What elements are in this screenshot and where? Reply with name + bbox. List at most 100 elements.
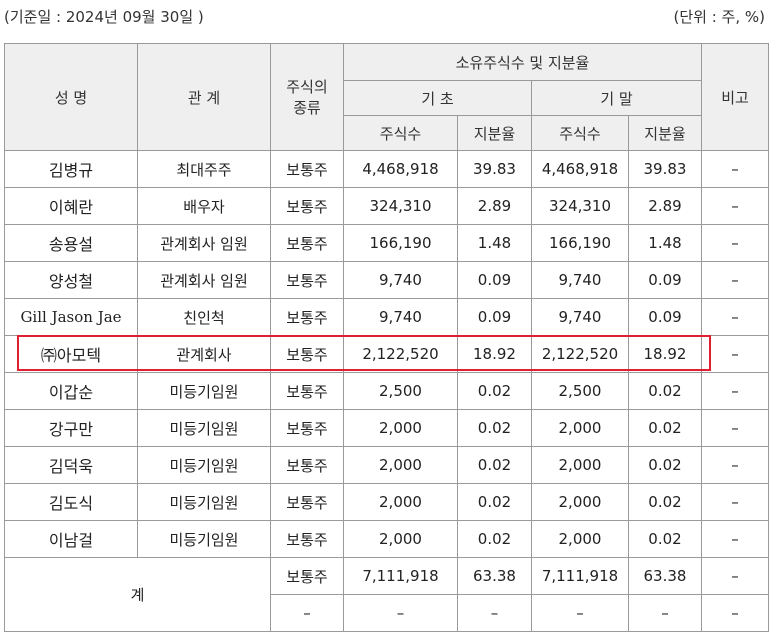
cell-begin-ratio: 0.02	[457, 520, 532, 558]
cell-name: 강구만	[4, 409, 138, 447]
cell-note: –	[701, 446, 769, 484]
cell-relation: 미등기임원	[137, 372, 271, 410]
table-row: 김병규 최대주주 보통주 4,468,918 39.83 4,468,918 3…	[4, 150, 769, 188]
table-row-highlighted: ㈜아모텍 관계회사 보통주 2,122,520 18.92 2,122,520 …	[4, 335, 769, 373]
cell-relation: 관계회사 임원	[137, 261, 271, 299]
cell-name: ㈜아모텍	[4, 335, 138, 373]
cell-end-shares: 2,122,520	[531, 335, 629, 373]
cell-end-ratio: 18.92	[628, 335, 702, 373]
cell-type: 보통주	[270, 335, 344, 373]
cell-end-shares: 2,000	[531, 520, 629, 558]
cell-begin-shares: 2,000	[343, 520, 458, 558]
cell-begin-ratio: 0.02	[457, 372, 532, 410]
cell-name: 김덕욱	[4, 446, 138, 484]
table-row: 이혜란 배우자 보통주 324,310 2.89 324,310 2.89 –	[4, 187, 769, 225]
cell-end-ratio: –	[628, 594, 702, 632]
cell-type: 보통주	[270, 261, 344, 299]
cell-relation: 최대주주	[137, 150, 271, 188]
cell-name: 이혜란	[4, 187, 138, 225]
cell-type: 보통주	[270, 298, 344, 336]
cell-begin-ratio: 63.38	[457, 557, 532, 595]
header-name: 성 명	[4, 43, 138, 151]
shareholder-table: 성 명 관 계 주식의 종류 소유주식수 및 지분율 비고 기 초 기 말 주식…	[4, 43, 769, 632]
cell-note: –	[701, 409, 769, 447]
cell-type: 보통주	[270, 224, 344, 262]
cell-name: 김도식	[4, 483, 138, 521]
cell-type: 보통주	[270, 187, 344, 225]
cell-begin-shares: 9,740	[343, 261, 458, 299]
cell-name: 송용설	[4, 224, 138, 262]
cell-begin-shares: –	[343, 594, 458, 632]
cell-begin-shares: 4,468,918	[343, 150, 458, 188]
cell-type: 보통주	[270, 483, 344, 521]
header-end: 기 말	[531, 80, 702, 116]
cell-end-ratio: 2.89	[628, 187, 702, 225]
table-row: 김도식 미등기임원 보통주 2,000 0.02 2,000 0.02 –	[4, 483, 769, 521]
cell-relation: 배우자	[137, 187, 271, 225]
cell-begin-ratio: 39.83	[457, 150, 532, 188]
header-begin-shares: 주식수	[343, 115, 458, 151]
cell-begin-shares: 324,310	[343, 187, 458, 225]
header-end-ratio: 지분율	[628, 115, 702, 151]
header-stock-type: 주식의 종류	[270, 43, 344, 151]
cell-note: –	[701, 557, 769, 595]
base-date-label: (기준일 : 2024년 09월 30일 )	[4, 8, 204, 26]
cell-end-shares: 7,111,918	[531, 557, 629, 595]
cell-end-ratio: 39.83	[628, 150, 702, 188]
header-stock-type-line1: 주식의	[286, 78, 328, 96]
cell-note: –	[701, 594, 769, 632]
total-row: 계 보통주 7,111,918 63.38 7,111,918 63.38 –	[4, 557, 769, 632]
table-row: 김덕욱 미등기임원 보통주 2,000 0.02 2,000 0.02 –	[4, 446, 769, 484]
cell-note: –	[701, 335, 769, 373]
header-end-shares: 주식수	[531, 115, 629, 151]
cell-end-ratio: 0.02	[628, 520, 702, 558]
cell-relation: 미등기임원	[137, 483, 271, 521]
cell-begin-shares: 166,190	[343, 224, 458, 262]
cell-name: 양성철	[4, 261, 138, 299]
cell-begin-ratio: 0.09	[457, 298, 532, 336]
header-note: 비고	[701, 43, 769, 151]
cell-end-ratio: 63.38	[628, 557, 702, 595]
cell-end-shares: 9,740	[531, 298, 629, 336]
cell-begin-ratio: –	[457, 594, 532, 632]
cell-end-ratio: 0.02	[628, 372, 702, 410]
cell-type: 보통주	[270, 520, 344, 558]
cell-begin-ratio: 0.02	[457, 446, 532, 484]
cell-begin-shares: 2,000	[343, 409, 458, 447]
cell-end-shares: 2,500	[531, 372, 629, 410]
cell-note: –	[701, 150, 769, 188]
cell-end-shares: 2,000	[531, 409, 629, 447]
cell-begin-ratio: 18.92	[457, 335, 532, 373]
cell-name: 이남걸	[4, 520, 138, 558]
cell-end-ratio: 0.09	[628, 261, 702, 299]
cell-end-ratio: 0.02	[628, 483, 702, 521]
cell-begin-ratio: 1.48	[457, 224, 532, 262]
cell-note: –	[701, 187, 769, 225]
cell-relation: 관계회사 임원	[137, 224, 271, 262]
cell-type: 보통주	[270, 446, 344, 484]
cell-name: Gill Jason Jae	[4, 298, 138, 336]
cell-end-ratio: 0.09	[628, 298, 702, 336]
cell-type: 보통주	[270, 150, 344, 188]
table-row: 강구만 미등기임원 보통주 2,000 0.02 2,000 0.02 –	[4, 409, 769, 447]
cell-begin-shares: 9,740	[343, 298, 458, 336]
header-stock-type-line2: 종류	[293, 99, 321, 117]
cell-type: 보통주	[270, 409, 344, 447]
header-relation: 관 계	[137, 43, 271, 151]
cell-begin-ratio: 2.89	[457, 187, 532, 225]
cell-relation: 미등기임원	[137, 409, 271, 447]
cell-begin-shares: 7,111,918	[343, 557, 458, 595]
total-label: 계	[4, 557, 271, 632]
table-row: 양성철 관계회사 임원 보통주 9,740 0.09 9,740 0.09 –	[4, 261, 769, 299]
cell-begin-shares: 2,122,520	[343, 335, 458, 373]
cell-end-shares: 2,000	[531, 483, 629, 521]
cell-end-ratio: 0.02	[628, 446, 702, 484]
cell-relation: 친인척	[137, 298, 271, 336]
cell-begin-shares: 2,000	[343, 483, 458, 521]
cell-end-shares: 166,190	[531, 224, 629, 262]
header-begin: 기 초	[343, 80, 532, 116]
cell-end-shares: 9,740	[531, 261, 629, 299]
cell-note: –	[701, 224, 769, 262]
cell-note: –	[701, 483, 769, 521]
table-row: Gill Jason Jae 친인척 보통주 9,740 0.09 9,740 …	[4, 298, 769, 336]
